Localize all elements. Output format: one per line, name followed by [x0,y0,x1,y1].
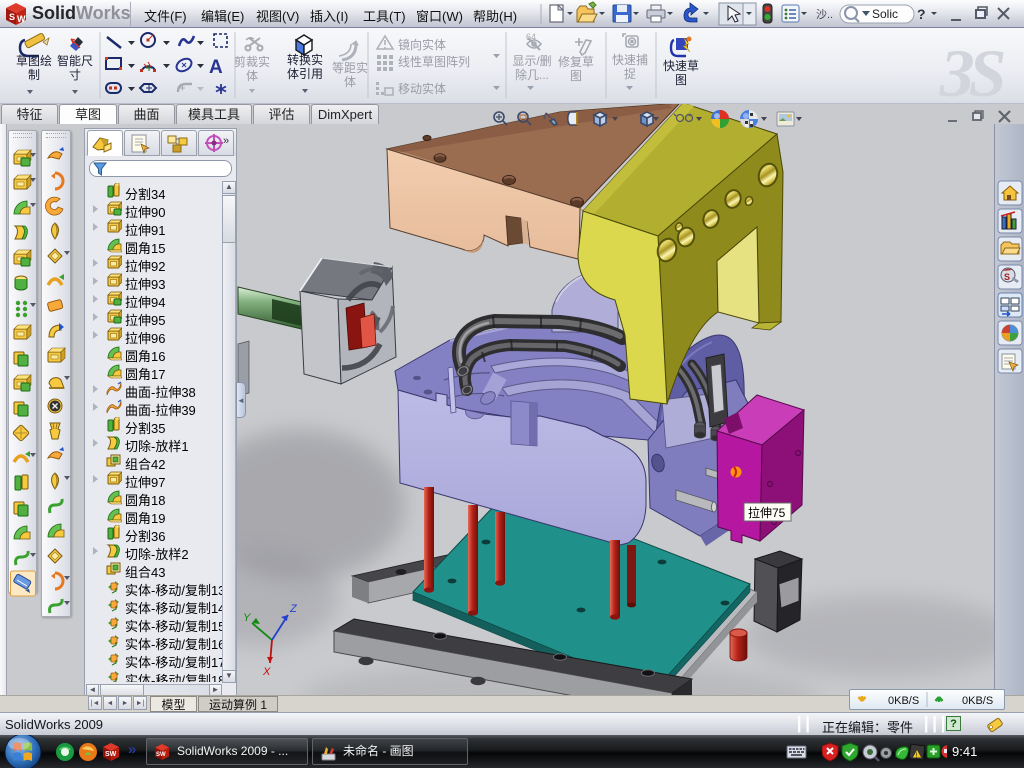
svg-text:»: » [128,741,136,758]
svg-text:A: A [209,57,223,78]
svg-text:ЗS: ЗS [939,35,1006,104]
svg-text:SW: SW [156,752,166,758]
svg-text:Z: Z [289,603,298,615]
svg-text:?: ? [917,6,926,22]
svg-text:S: S [9,12,15,22]
svg-text:Solic: Solic [872,7,898,21]
svg-text:0KB/S: 0KB/S [888,695,919,707]
svg-text:SW: SW [105,751,117,758]
svg-text:沙..: 沙.. [816,8,833,21]
svg-text:X: X [262,666,271,678]
svg-text:拉伸75: 拉伸75 [748,505,786,520]
svg-text:64: 64 [526,32,536,42]
svg-text:!: ! [916,753,918,760]
svg-text:0KB/S: 0KB/S [962,695,993,707]
svg-text:Y: Y [243,612,251,624]
svg-text:W: W [17,14,26,24]
svg-text:S: S [1004,272,1010,282]
